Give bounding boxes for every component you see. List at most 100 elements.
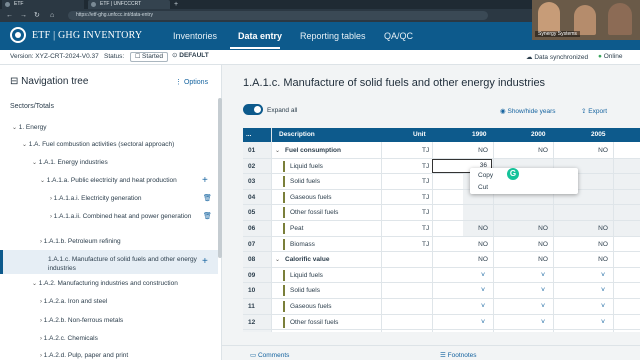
- nav-item-1a2c[interactable]: › 1.A.2.c. Chemicals: [40, 335, 98, 342]
- value-cell[interactable]: NO: [523, 256, 563, 263]
- nav-options-button[interactable]: ⋮ Options: [175, 78, 208, 86]
- row-number: 08: [248, 256, 256, 264]
- chevron-down-icon: ⌄: [40, 178, 47, 184]
- default-label: DEFAULT: [179, 52, 209, 59]
- nav-item-label: 1.A. Fuel combustion activities (sectora…: [28, 141, 175, 148]
- row-description: Solid fuels: [290, 178, 320, 186]
- nav-item-label: 1.A.2.a. Iron and steel: [43, 298, 108, 305]
- nav-item-1a1b[interactable]: › 1.A.1.b. Petroleum refining: [40, 238, 121, 245]
- row-number: 03: [248, 178, 256, 186]
- add-icon[interactable]: +: [202, 175, 208, 186]
- dropdown-chevron-icon[interactable]: ˅: [583, 319, 623, 326]
- default-badge: ⊙ DEFAULT: [168, 52, 213, 62]
- nav-scrollbar[interactable]: [218, 98, 222, 258]
- nav-item-label: 1.A.2.c. Chemicals: [43, 335, 98, 342]
- dropdown-chevron-icon[interactable]: ˅: [463, 272, 503, 279]
- value-cell[interactable]: NO: [583, 241, 623, 248]
- col-year-1990: 1990: [472, 131, 487, 138]
- chevron-down-icon[interactable]: ⌄: [275, 256, 280, 263]
- chevron-down-icon[interactable]: ⌄: [275, 147, 280, 154]
- comment-icon: ▭: [250, 352, 258, 359]
- nav-item-1a1a[interactable]: ⌄ 1.A.1.a. Public electricity and heat p…: [40, 177, 177, 184]
- options-icon: ⋮: [175, 79, 184, 86]
- url-field[interactable]: https://etf-ghg.unfccc.int/data-entry: [68, 11, 488, 20]
- collapse-panel-icon[interactable]: ⊟: [10, 76, 21, 87]
- col-divider: [381, 142, 382, 332]
- value-cell[interactable]: NO: [523, 241, 563, 248]
- row-unit: TJ: [422, 147, 430, 154]
- browser-tab-active[interactable]: ETF | UNFCCCRT: [88, 0, 170, 9]
- nav-item-1a[interactable]: ⌄ 1.A. Fuel combustion activities (secto…: [22, 141, 174, 148]
- nav-section-header: Sectors/Totals: [10, 103, 54, 110]
- value-cell[interactable]: NO: [583, 225, 623, 232]
- indent-marker: [283, 285, 285, 297]
- row-description: Solid fuels: [290, 287, 320, 295]
- options-label: Options: [183, 79, 209, 86]
- row-description: Other fossil fuels: [290, 318, 339, 326]
- dropdown-chevron-icon[interactable]: ˅: [463, 319, 503, 326]
- row-number: 04: [248, 193, 256, 201]
- browser-tab[interactable]: ETF: [2, 0, 84, 9]
- dropdown-chevron-icon[interactable]: ˅: [523, 287, 563, 294]
- nav-item-label: 1.A.2. Manufacturing industries and cons…: [38, 280, 178, 287]
- add-icon[interactable]: +: [202, 256, 208, 267]
- value-cell[interactable]: NO: [583, 256, 623, 263]
- row-unit: TJ: [422, 209, 430, 217]
- dropdown-chevron-icon[interactable]: ˅: [463, 303, 503, 310]
- nav-item-1a1[interactable]: ⌄ 1.A.1. Energy industries: [32, 159, 108, 166]
- dropdown-chevron-icon[interactable]: ˅: [463, 287, 503, 294]
- row-number: 05: [248, 209, 256, 217]
- row-number: 11: [248, 303, 255, 310]
- delete-icon[interactable]: 🗑: [203, 212, 212, 220]
- nav-item-1a2d[interactable]: › 1.A.2.d. Pulp, paper and print: [40, 352, 128, 359]
- col-divider: [271, 128, 272, 332]
- nav-item-1a2a[interactable]: › 1.A.2.a. Iron and steel: [40, 298, 107, 305]
- value-cell[interactable]: NO: [523, 147, 563, 154]
- logo-icon: [10, 27, 26, 43]
- value-cell[interactable]: NO: [463, 225, 503, 232]
- row-description: Liquid fuels: [290, 271, 323, 279]
- back-icon[interactable]: ←: [6, 9, 13, 22]
- grammarly-icon[interactable]: G: [507, 168, 519, 180]
- nav-reporting-tables[interactable]: Reporting tables: [300, 31, 366, 41]
- dropdown-chevron-icon[interactable]: ˅: [523, 319, 563, 326]
- value-cell[interactable]: NO: [463, 256, 503, 263]
- dropdown-chevron-icon[interactable]: ˅: [523, 272, 563, 279]
- delete-icon[interactable]: 🗑: [203, 194, 212, 202]
- indent-marker: [283, 176, 285, 188]
- nav-item-1a2b[interactable]: › 1.A.2.b. Non-ferrous metals: [40, 317, 123, 324]
- dropdown-chevron-icon[interactable]: ˅: [523, 303, 563, 310]
- expand-all-toggle[interactable]: [243, 104, 263, 115]
- nav-tree-title: ⊟ Navigation tree: [10, 76, 88, 87]
- nav-item-1a1c[interactable]: 1.A.1.c. Manufacture of solid fuels and …: [48, 255, 198, 273]
- export-button[interactable]: ⇪ Export: [581, 107, 607, 115]
- row-description: Biomass: [290, 240, 315, 248]
- dropdown-chevron-icon[interactable]: ˅: [583, 303, 623, 310]
- value-cell[interactable]: NO: [463, 147, 503, 154]
- forward-icon[interactable]: →: [20, 9, 27, 22]
- nav-data-entry[interactable]: Data entry: [238, 31, 282, 41]
- row-unit: TJ: [422, 178, 430, 186]
- new-tab-button[interactable]: +: [174, 0, 178, 9]
- nav-item-1a1ai[interactable]: › 1.A.1.a.i. Electricity generation: [50, 195, 141, 202]
- nav-item-label: 1.A.1.b. Petroleum refining: [43, 238, 121, 245]
- footnotes-tab[interactable]: ☰ Footnotes: [440, 351, 477, 359]
- nav-item-1a2[interactable]: ⌄ 1.A.2. Manufacturing industries and co…: [32, 280, 178, 287]
- dropdown-chevron-icon[interactable]: ˅: [583, 287, 623, 294]
- nav-inventories[interactable]: Inventories: [173, 31, 217, 41]
- table-menu-button[interactable]: ...: [246, 131, 251, 138]
- nav-item-1a1aii[interactable]: › 1.A.1.a.ii. Combined heat and power ge…: [50, 212, 195, 222]
- value-cell[interactable]: NO: [523, 225, 563, 232]
- show-hide-years-button[interactable]: ◉ Show/hide years: [500, 107, 556, 115]
- value-cell[interactable]: NO: [583, 147, 623, 154]
- row-unit: TJ: [422, 225, 430, 232]
- value-cell[interactable]: NO: [463, 241, 503, 248]
- comments-tab[interactable]: ▭ Comments: [250, 351, 289, 359]
- nav-item-energy[interactable]: ⌄ 1. Energy: [12, 124, 47, 131]
- nav-qaqc[interactable]: QA/QC: [384, 31, 413, 41]
- home-icon[interactable]: ⌂: [50, 9, 54, 22]
- reload-icon[interactable]: ↻: [34, 9, 40, 22]
- context-copy[interactable]: Copy: [478, 172, 493, 179]
- dropdown-chevron-icon[interactable]: ˅: [583, 272, 623, 279]
- context-cut[interactable]: Cut: [478, 184, 488, 191]
